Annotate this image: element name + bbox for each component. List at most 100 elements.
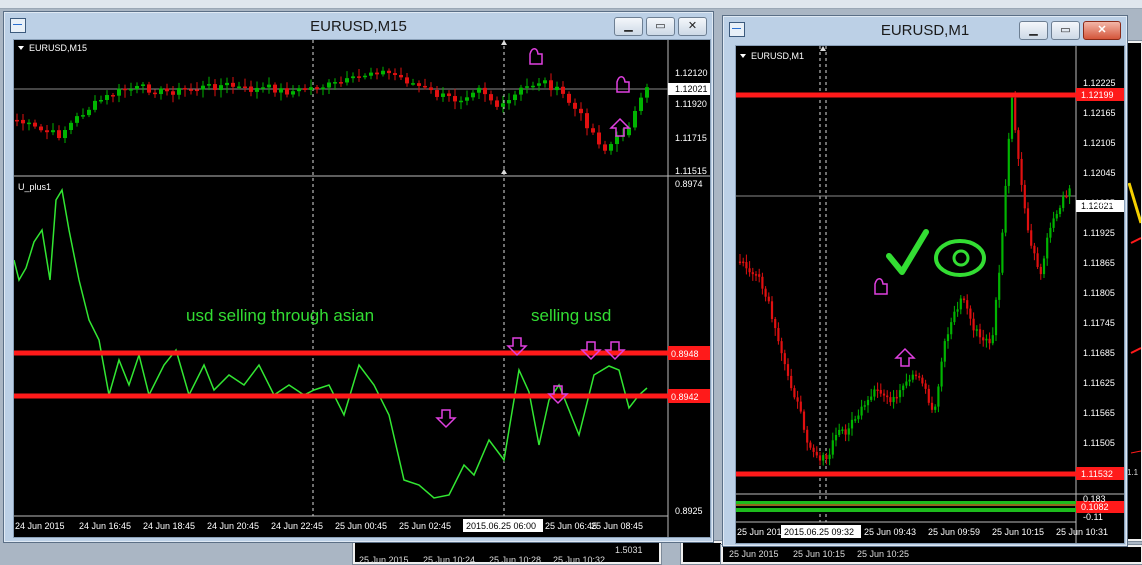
time-tick: 24 Jun 16:45 <box>79 521 131 531</box>
candle-body <box>321 87 325 90</box>
candle-body <box>978 329 982 338</box>
minimize-button[interactable]: ▁ <box>1019 21 1048 40</box>
candle-body <box>423 85 427 88</box>
candle-body <box>834 434 838 441</box>
symbol-label: EURUSD,M1 <box>751 51 804 61</box>
dropdown-arrow-icon[interactable] <box>740 54 746 58</box>
candle-body <box>831 440 834 455</box>
candle-body <box>87 109 91 116</box>
candle-body <box>369 72 373 76</box>
candle-body <box>207 84 211 86</box>
thumbs-up-icon[interactable] <box>874 278 888 295</box>
candle-body <box>1030 230 1033 246</box>
candle-body <box>758 274 761 277</box>
candle-body <box>1046 237 1049 259</box>
chart-window-eurusd-m15[interactable]: EURUSD,M15 ▁ ▭ ✕ 0.8948 0.8942 EURUSD,M1… <box>3 11 714 543</box>
price-tick: 1.11565 <box>1083 408 1115 418</box>
candle-body <box>405 77 409 84</box>
candle-body <box>333 82 337 84</box>
dropdown-arrow-icon[interactable] <box>18 46 24 50</box>
candle-body <box>483 87 487 95</box>
candle-body <box>738 261 742 264</box>
candle-body <box>75 116 79 123</box>
thumbs-up-icon[interactable] <box>616 76 630 93</box>
candle-body <box>841 429 844 431</box>
candle-body <box>1039 266 1042 275</box>
window-titlebar[interactable]: EURUSD,M15 ▁ ▭ ✕ <box>4 12 713 38</box>
candle-body <box>982 337 985 341</box>
thumbs-up-icon[interactable] <box>529 48 543 65</box>
level-price-tag-text: 1.12199 <box>1081 90 1114 100</box>
candle-body <box>597 132 601 145</box>
candlesticks <box>15 66 649 155</box>
candle-body <box>882 393 886 396</box>
candle-body <box>231 82 235 87</box>
eye-icon[interactable] <box>934 239 986 277</box>
candle-body <box>921 377 924 384</box>
checkmark-icon[interactable] <box>886 229 929 275</box>
candle-body <box>81 115 85 117</box>
time-tick: 24 Jun 20:45 <box>207 521 259 531</box>
maximize-button[interactable]: ▭ <box>646 17 675 36</box>
candle-body <box>751 272 754 275</box>
minimize-button[interactable]: ▁ <box>614 17 643 36</box>
price-tick: 1.11805 <box>1083 288 1115 298</box>
close-button[interactable]: ✕ <box>678 17 707 36</box>
price-tick: 1.12120 <box>675 68 708 78</box>
candle-body <box>435 90 439 97</box>
chart-window-eurusd-m1[interactable]: EURUSD,M1 ▁ ▭ ✕ 1.12199 1.11532 1.12021 … <box>722 15 1128 547</box>
level-price-tag-text: 0.8948 <box>671 349 699 359</box>
candle-body <box>863 405 866 407</box>
maximize-button[interactable]: ▭ <box>1051 21 1080 40</box>
close-button[interactable]: ✕ <box>1083 21 1121 40</box>
chart-canvas[interactable]: 1.12199 1.11532 1.12021 0.1082 0.183 -0.… <box>736 46 1124 543</box>
candle-body <box>633 110 637 128</box>
candle-body <box>767 296 770 302</box>
chart-area[interactable]: 0.8948 0.8942 EURUSD,M15 U_plus1 1.12120… <box>13 39 711 538</box>
candle-body <box>399 74 403 78</box>
background-chart-window-2[interactable] <box>680 540 724 565</box>
candle-body <box>818 455 822 461</box>
candle-body <box>911 374 914 380</box>
candle-body <box>297 88 301 92</box>
candle-body <box>1026 208 1030 231</box>
window-titlebar[interactable]: EURUSD,M1 ▁ ▭ ✕ <box>723 16 1127 42</box>
candle-body <box>1042 258 1046 275</box>
indicator-tick: 0.8974 <box>675 179 703 189</box>
candle-body <box>381 70 385 75</box>
chart-area[interactable]: 1.12199 1.11532 1.12021 0.1082 0.183 -0.… <box>735 45 1125 544</box>
time-tick: 24 Jun 2015 <box>15 521 65 531</box>
candle-body <box>105 95 109 100</box>
candle-body <box>147 84 151 93</box>
candle-body <box>988 338 991 344</box>
up-arrow-icon[interactable] <box>609 117 631 137</box>
candle-body <box>285 88 289 95</box>
candle-body <box>774 318 777 329</box>
candle-body <box>1058 207 1062 215</box>
candle-body <box>889 397 892 403</box>
candle-body <box>930 402 934 410</box>
price-tick: 1.11505 <box>1083 438 1115 448</box>
candle-body <box>27 122 31 125</box>
candle-body <box>429 87 433 91</box>
candle-body <box>507 100 511 104</box>
price-tick: 1.11925 <box>1083 228 1115 238</box>
candle-body <box>69 122 73 131</box>
annotation-text[interactable]: selling usd <box>531 306 611 325</box>
background-chart-window-3[interactable]: 25 Jun 2015 25 Jun 10:15 25 Jun 10:25 <box>720 544 1142 565</box>
annotation-text[interactable]: usd selling through asian <box>186 306 374 325</box>
candle-body <box>303 88 307 90</box>
background-time-label: 25 Jun 2015 <box>729 549 779 559</box>
cursor-time-tag-text: 2015.06.25 06:00 <box>466 521 536 531</box>
background-chart-window-1[interactable]: 1.5031 25 Jun 2015 25 Jun 10:24 25 Jun 1… <box>352 540 662 565</box>
candle-body <box>615 135 619 145</box>
down-arrow-icon[interactable] <box>435 409 457 429</box>
eye-icon-pupil <box>952 249 970 267</box>
indicator-band <box>736 508 1076 512</box>
candle-body <box>33 122 37 127</box>
chart-canvas[interactable]: 0.8948 0.8942 EURUSD,M15 U_plus1 1.12120… <box>13 40 710 537</box>
candle-body <box>898 390 902 398</box>
up-arrow-icon[interactable] <box>894 347 916 367</box>
candle-body <box>291 91 295 95</box>
candle-body <box>441 93 445 97</box>
